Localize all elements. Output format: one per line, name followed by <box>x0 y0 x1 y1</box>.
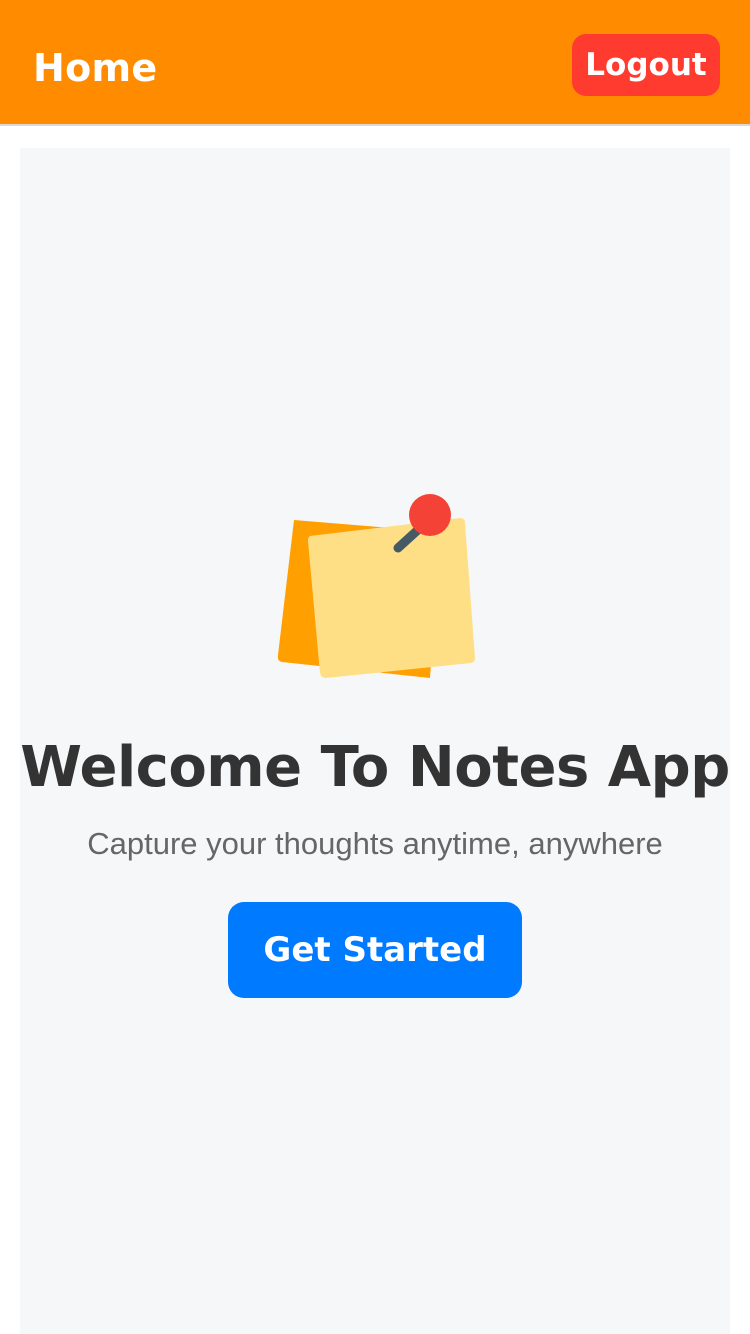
get-started-button[interactable]: Get Started <box>228 902 522 998</box>
sticky-notes-pin-icon <box>270 490 480 690</box>
page-title: Home <box>33 46 158 90</box>
front-note-shape <box>308 518 475 678</box>
welcome-title: Welcome To Notes App <box>20 735 730 800</box>
welcome-subtitle: Capture your thoughts anytime, anywhere <box>87 826 663 861</box>
app-header: Home Logout <box>0 0 750 126</box>
pin-head-shape <box>409 494 451 536</box>
logout-button[interactable]: Logout <box>572 34 720 96</box>
